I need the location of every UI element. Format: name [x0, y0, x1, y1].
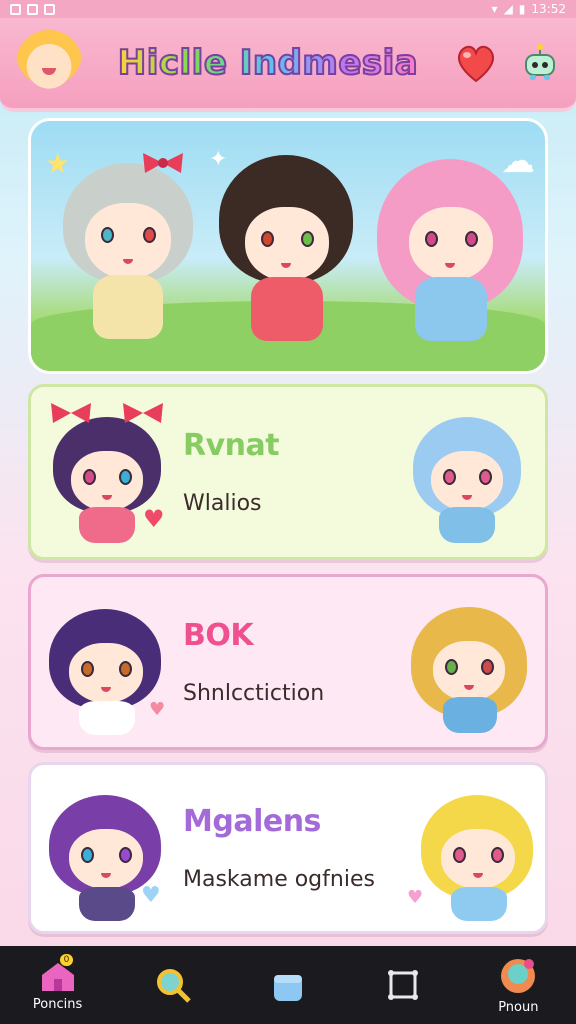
status-icons-left — [10, 3, 55, 15]
mascot-avatar-icon[interactable] — [16, 30, 82, 96]
robot-icon[interactable] — [520, 43, 560, 83]
profile-icon — [501, 958, 536, 993]
nav-bag[interactable] — [240, 946, 336, 1024]
nav-label: Pnoun — [498, 999, 539, 1015]
character-blonde-hair — [407, 589, 531, 739]
status-bar: ▾ ◢ ▮ 13:52 — [0, 0, 576, 18]
nav-badge: 0 — [59, 954, 74, 966]
app-icon — [44, 3, 55, 15]
signal-icon: ◢ — [503, 2, 513, 16]
app-title: Hiclle Indmesia — [117, 42, 419, 84]
category-card[interactable]: ♥ BOK Shnlcctiction — [28, 574, 548, 750]
message-icon — [27, 3, 38, 15]
nav-search[interactable] — [125, 946, 221, 1024]
notification-icon — [10, 3, 21, 15]
heart-icon: ♥ — [149, 699, 166, 720]
card-title: Mgalens — [183, 804, 321, 839]
card-subtitle: Maskame ogfnies — [183, 867, 375, 892]
app-header: Hiclle Indmesia — [0, 18, 576, 112]
heart-icon[interactable] — [454, 43, 498, 83]
hero-banner[interactable]: ★ ✦ ☁ — [28, 118, 548, 374]
wifi-icon: ▾ — [491, 2, 498, 16]
category-card[interactable]: ♥ Mgalens Maskame ogfnies ♥ — [28, 762, 548, 934]
category-card[interactable]: ♥ Rvnat Wlalios — [28, 384, 548, 560]
card-title: BOK — [183, 618, 254, 653]
character-dark-hair — [211, 151, 361, 351]
card-title: Rvnat — [183, 428, 280, 463]
character-silver-hair — [53, 151, 203, 351]
nav-label: Poncins — [32, 996, 83, 1012]
status-icons-right: ▾ ◢ ▮ 13:52 — [492, 2, 566, 16]
character-pink-hair — [371, 151, 531, 351]
character-blue-hair — [407, 399, 527, 549]
frame-icon — [388, 970, 419, 1000]
heart-icon: ♥ — [141, 883, 161, 908]
heart-icon: ♥ — [407, 887, 424, 908]
bottom-nav: 0 Poncins Pnoun — [0, 946, 576, 1024]
character-yellow-hair — [417, 777, 541, 927]
nav-profile[interactable]: Pnoun — [470, 946, 566, 1024]
status-time: 13:52 — [531, 2, 566, 16]
bag-icon — [273, 975, 302, 1001]
heart-icon: ♥ — [143, 505, 165, 533]
card-subtitle: Wlalios — [183, 491, 262, 516]
nav-home[interactable]: 0 Poncins — [10, 946, 106, 1024]
battery-icon: ▮ — [518, 2, 526, 16]
nav-frame[interactable] — [355, 946, 451, 1024]
card-subtitle: Shnlcctiction — [183, 681, 325, 706]
search-icon — [156, 969, 191, 1003]
